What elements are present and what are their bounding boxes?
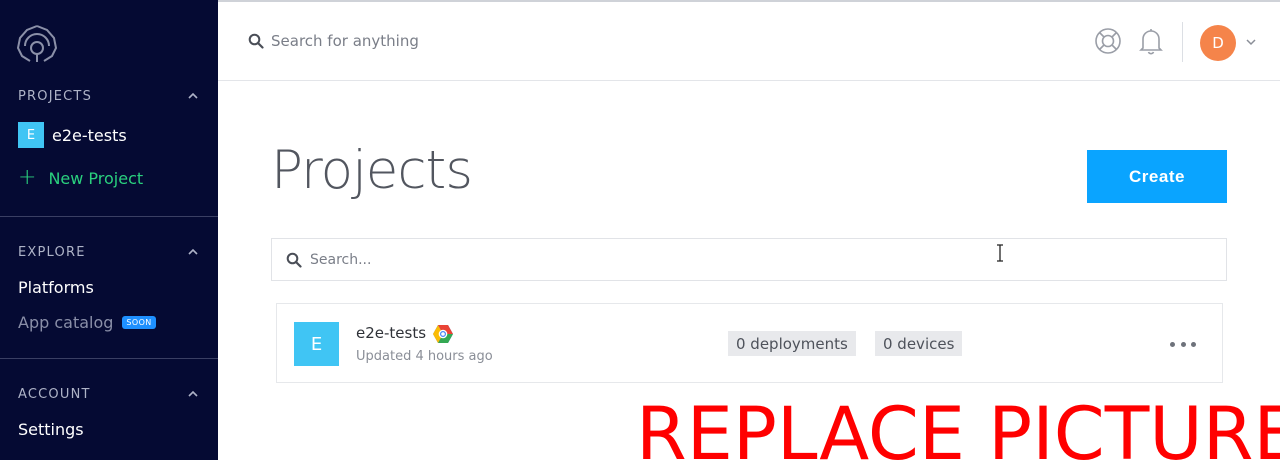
project-updated: Updated 4 hours ago xyxy=(356,349,493,364)
help-lifebuoy-icon[interactable] xyxy=(1094,27,1122,55)
devices-count: 0 devices xyxy=(875,331,963,356)
section-explore-label: EXPLORE xyxy=(18,244,86,260)
user-avatar[interactable]: D xyxy=(1200,25,1236,61)
project-search[interactable] xyxy=(271,238,1227,281)
google-cloud-icon xyxy=(433,325,453,343)
section-account-label: ACCOUNT xyxy=(18,386,91,402)
project-avatar: E xyxy=(294,322,339,366)
section-explore[interactable]: EXPLORE xyxy=(18,242,200,262)
search-icon xyxy=(248,33,264,49)
sidebar-item-label: Settings xyxy=(18,419,84,439)
topbar-separator xyxy=(1182,22,1183,62)
logo-icon[interactable] xyxy=(14,22,60,64)
project-name[interactable]: e2e-tests xyxy=(356,324,426,342)
project-avatar: E xyxy=(18,122,44,148)
sidebar-item-platforms[interactable]: Platforms xyxy=(18,274,94,300)
chevron-up-icon[interactable] xyxy=(186,387,200,401)
sidebar-item-label: Platforms xyxy=(18,277,94,297)
more-options-button[interactable] xyxy=(1170,334,1196,354)
deployments-count: 0 deployments xyxy=(728,331,856,356)
global-search[interactable] xyxy=(248,32,571,50)
chevron-up-icon[interactable] xyxy=(186,245,200,259)
dot-icon xyxy=(1170,341,1175,347)
new-project-label: New Project xyxy=(48,168,144,188)
create-project-button[interactable]: Create xyxy=(1087,150,1227,203)
dot-icon xyxy=(1180,341,1186,347)
project-card[interactable]: E e2e-tests Updated 4 hours ago 0 deploy… xyxy=(276,303,1223,383)
plus-icon: + xyxy=(18,165,37,190)
search-icon xyxy=(286,252,302,268)
section-account[interactable]: ACCOUNT xyxy=(18,384,200,404)
section-projects-label: PROJECTS xyxy=(18,88,93,104)
sidebar-project-name: e2e-tests xyxy=(52,125,127,145)
sidebar-item-project[interactable]: E e2e-tests xyxy=(18,122,127,148)
text-cursor-icon xyxy=(997,244,1003,262)
app-root: PROJECTS E e2e-tests + New Project EXPLO… xyxy=(0,0,1280,460)
section-projects[interactable]: PROJECTS xyxy=(18,86,200,106)
sidebar-item-app-catalog[interactable]: App catalog SOON xyxy=(18,309,156,335)
bell-icon[interactable] xyxy=(1138,27,1164,55)
sidebar: PROJECTS E e2e-tests + New Project EXPLO… xyxy=(0,0,218,460)
page-title: Projects xyxy=(271,140,473,201)
sidebar-divider xyxy=(0,216,218,217)
chevron-down-icon[interactable] xyxy=(1245,36,1257,48)
sidebar-divider xyxy=(0,358,218,359)
replace-picture-overlay: REPLACE PICTURE xyxy=(636,392,1280,460)
new-project-button[interactable]: + New Project xyxy=(18,165,143,191)
topbar: D xyxy=(218,0,1280,81)
sidebar-item-label: App catalog xyxy=(18,312,114,332)
project-search-input[interactable] xyxy=(310,251,910,268)
global-search-input[interactable] xyxy=(271,32,571,50)
sidebar-item-settings[interactable]: Settings xyxy=(18,416,84,442)
dot-icon xyxy=(1191,341,1196,347)
soon-badge: SOON xyxy=(122,315,156,329)
chevron-up-icon[interactable] xyxy=(186,89,200,103)
